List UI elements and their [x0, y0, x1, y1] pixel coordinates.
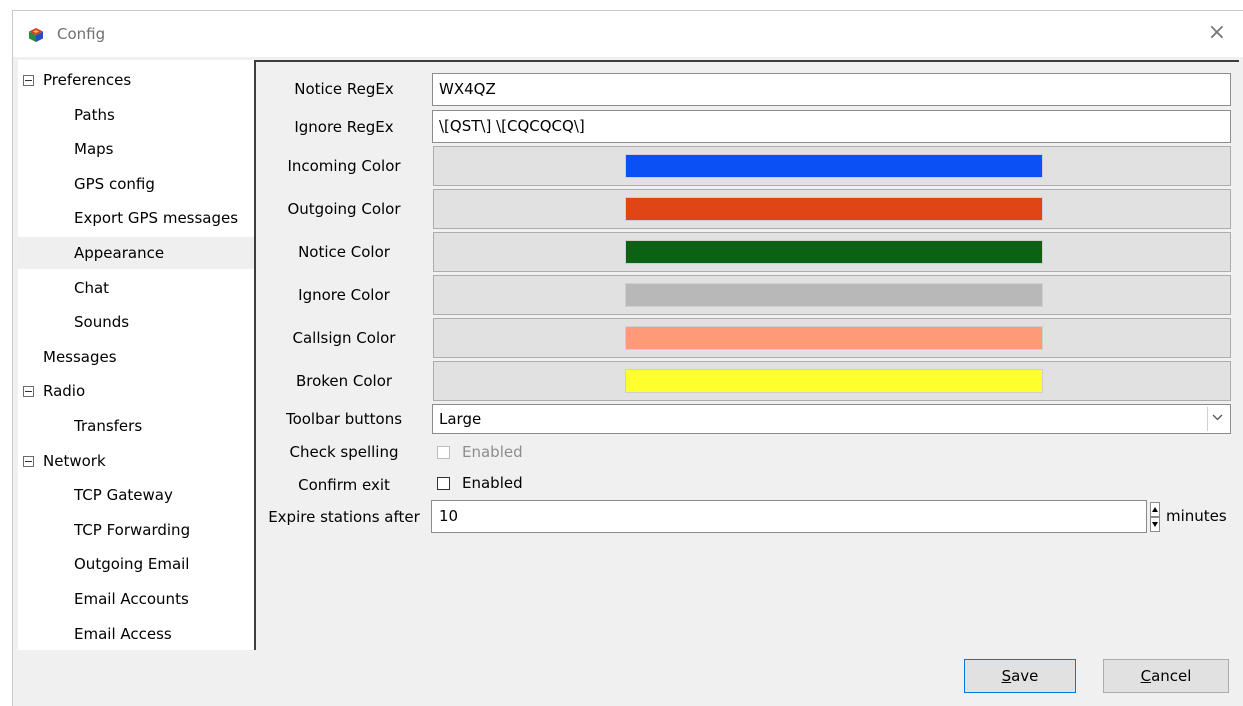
notice-color-swatch [625, 240, 1043, 264]
tree-item-label: Network [43, 451, 106, 470]
cancel-button[interactable]: Cancel [1103, 659, 1229, 693]
spin-down-icon[interactable] [1150, 517, 1160, 532]
tree-item-preferences[interactable]: Preferences [18, 64, 254, 96]
tree-item-radio[interactable]: Radio [18, 375, 254, 407]
tree-item-export-gps-messages[interactable]: Export GPS messages [18, 202, 254, 234]
confirm-exit-checkbox[interactable] [437, 477, 450, 490]
tree-item-label: TCP Gateway [74, 486, 173, 505]
broken-color-label: Broken Color [295, 372, 393, 390]
check-spelling-label: Check spelling [289, 443, 399, 461]
confirm-exit-option[interactable]: Enabled [462, 472, 523, 494]
tree-item-outgoing-email[interactable]: Outgoing Email [18, 548, 254, 580]
expire-stations-value: 10 [439, 507, 459, 525]
callsign-color-label: Callsign Color [292, 329, 396, 347]
collapse-icon[interactable] [23, 75, 34, 86]
appearance-panel: Notice RegEx WX4QZ Ignore RegEx \[QST\] … [254, 60, 1239, 650]
tree-item-appearance[interactable]: Appearance [18, 237, 254, 269]
cancel-mnemonic: C [1140, 667, 1152, 685]
ignore-regex-label: Ignore RegEx [294, 118, 394, 136]
tree-item-label: Email Accounts [74, 590, 189, 608]
expire-stations-input[interactable]: 10 [431, 500, 1147, 533]
outgoing-color-label: Outgoing Color [287, 200, 401, 218]
tree-item-label: Chat [74, 278, 110, 297]
outgoing-color-swatch [625, 197, 1043, 221]
title-bar: Config × [13, 11, 1243, 57]
incoming-color-swatch [625, 154, 1043, 178]
tree-item-label: Appearance [74, 244, 165, 262]
ignore-color-label: Ignore Color [298, 286, 390, 304]
check-spelling-checkbox [437, 446, 450, 459]
check-spelling-option: Enabled [462, 443, 523, 461]
tree-item-gps-config[interactable]: GPS config [18, 168, 254, 200]
save-label: ave [1011, 667, 1039, 685]
tree-item-label: Outgoing Email [74, 555, 190, 574]
minutes-unit: minutes [1166, 507, 1227, 525]
collapse-icon[interactable] [23, 455, 34, 467]
chevron-down-icon[interactable] [1207, 407, 1228, 431]
app-cube-icon [29, 28, 43, 42]
window-title: Config [57, 25, 106, 43]
ignore-regex-input[interactable]: \[QST\] \[CQCQCQ\] [432, 110, 1231, 143]
tree-item-sounds[interactable]: Sounds [18, 306, 254, 338]
tree-item-messages[interactable]: Messages [18, 341, 254, 373]
callsign-color-swatch [625, 326, 1043, 350]
tree-item-label: Paths [74, 105, 115, 124]
tree-item-transfers[interactable]: Transfers [18, 410, 254, 442]
config-window: Config × Preferences Paths Maps GPS config E… [12, 10, 1243, 706]
tree-item-label: Transfers [74, 417, 143, 435]
tree-item-label: Email Access [74, 624, 172, 643]
notice-color-label: Notice Color [298, 243, 390, 261]
callsign-color-button[interactable] [433, 318, 1231, 358]
tree-item-label: Preferences [43, 71, 132, 89]
tree-item-paths[interactable]: Paths [18, 99, 254, 131]
tree-item-network[interactable]: Network [18, 445, 254, 477]
tree-item-label: Maps [74, 140, 114, 159]
settings-tree: Preferences Paths Maps GPS config Export GPS… [18, 60, 254, 650]
toolbar-buttons-label: Toolbar buttons [285, 410, 403, 428]
toolbar-buttons-value: Large [439, 410, 482, 428]
close-icon[interactable]: × [1208, 20, 1226, 46]
tree-item-tcp-forwarding[interactable]: TCP Forwarding [18, 514, 254, 546]
tree-item-chat[interactable]: Chat [18, 272, 254, 304]
expire-stations-spinner[interactable] [1150, 502, 1160, 532]
tree-item-email-access[interactable]: Email Access [18, 618, 254, 650]
notice-regex-input[interactable]: WX4QZ [432, 73, 1231, 106]
tree-item-label: Sounds [74, 313, 130, 332]
save-mnemonic: S [1001, 667, 1012, 685]
ignore-color-button[interactable] [433, 275, 1231, 315]
broken-color-swatch [625, 369, 1043, 393]
tree-item-label: GPS config [74, 174, 155, 193]
outgoing-color-button[interactable] [433, 189, 1231, 229]
expire-stations-label: Expire stations after [268, 508, 420, 526]
incoming-color-button[interactable] [433, 146, 1231, 186]
notice-regex-label: Notice RegEx [294, 80, 394, 98]
tree-item-label: Export GPS messages [74, 209, 239, 228]
save-button[interactable]: Save [964, 659, 1076, 693]
tree-item-label: Radio [43, 382, 86, 401]
ignore-color-swatch [625, 283, 1043, 307]
incoming-color-label: Incoming Color [287, 157, 401, 175]
broken-color-button[interactable] [433, 361, 1231, 401]
notice-color-button[interactable] [433, 232, 1231, 272]
confirm-exit-label: Confirm exit [298, 476, 390, 494]
tree-item-label: Messages [43, 347, 117, 366]
tree-item-label: TCP Forwarding [74, 520, 191, 539]
toolbar-buttons-select[interactable]: Large [432, 404, 1231, 434]
collapse-icon[interactable] [23, 386, 34, 398]
cancel-label: ancel [1151, 667, 1192, 685]
spin-up-icon[interactable] [1150, 502, 1160, 517]
tree-item-maps[interactable]: Maps [18, 133, 254, 165]
tree-item-email-accounts[interactable]: Email Accounts [18, 583, 254, 615]
tree-item-tcp-gateway[interactable]: TCP Gateway [18, 479, 254, 511]
